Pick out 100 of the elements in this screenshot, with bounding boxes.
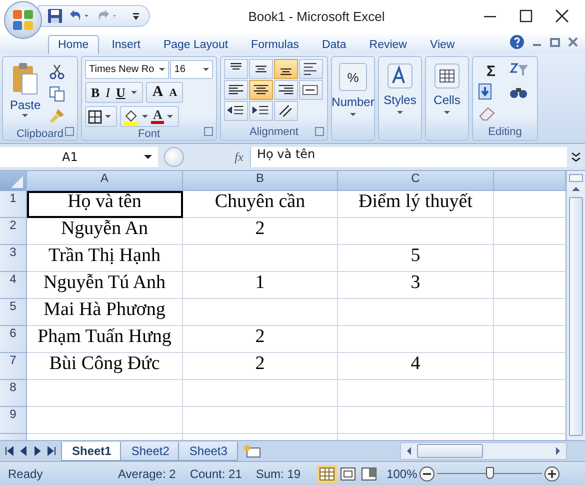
row-header[interactable]: 4: [0, 272, 27, 299]
italic-button[interactable]: I: [102, 84, 114, 100]
scissors-icon[interactable]: [48, 64, 65, 80]
restore-icon[interactable]: [549, 36, 561, 48]
table-cell[interactable]: Điểm lý thuyết: [338, 191, 494, 218]
underline-button[interactable]: U: [113, 84, 128, 100]
table-cell[interactable]: 4: [338, 353, 494, 380]
bold-button[interactable]: B: [88, 84, 103, 100]
column-header[interactable]: B: [183, 171, 338, 191]
split-handle[interactable]: [569, 174, 583, 182]
page-break-icon[interactable]: [358, 464, 379, 482]
sheet-nav-icon[interactable]: [46, 445, 57, 457]
row-header[interactable]: 5: [0, 299, 27, 326]
normal-view-icon[interactable]: [316, 464, 337, 482]
office-button[interactable]: [4, 1, 42, 39]
copy-icon[interactable]: [48, 86, 65, 102]
zoom-in-icon[interactable]: [544, 466, 560, 482]
increase-indent-icon[interactable]: [249, 101, 273, 121]
font-name-field[interactable]: Times New Ro: [85, 60, 170, 79]
font-color-button[interactable]: A: [151, 109, 164, 124]
align-icon[interactable]: [274, 59, 298, 79]
ribbon-tab[interactable]: Insert: [102, 35, 150, 54]
up-arrow-icon[interactable]: [570, 185, 582, 193]
customize-icon[interactable]: [131, 10, 141, 22]
table-cell[interactable]: Bùi Công Đức: [27, 353, 183, 380]
sheet-tab[interactable]: Sheet1: [61, 442, 122, 460]
autosum-button[interactable]: Σ: [477, 62, 505, 80]
row-header[interactable]: 8: [0, 380, 27, 407]
group-label: Alignment: [250, 125, 298, 140]
save-icon[interactable]: [47, 8, 63, 24]
maximize-icon[interactable]: [519, 9, 533, 23]
left-arrow-icon[interactable]: [405, 446, 414, 456]
grow-font-button[interactable]: A: [149, 84, 166, 101]
name-box[interactable]: A1: [0, 147, 158, 167]
zoom-level[interactable]: 100%: [386, 466, 418, 480]
ribbon-tab[interactable]: View: [420, 35, 465, 54]
zoom-slider[interactable]: [486, 467, 494, 479]
ribbon-tab[interactable]: Formulas: [241, 35, 309, 54]
insert-function-button[interactable]: fx: [228, 150, 250, 164]
borders-icon[interactable]: [88, 110, 102, 124]
help-icon[interactable]: [509, 34, 525, 50]
page-layout-icon[interactable]: [338, 464, 358, 482]
table-cell[interactable]: 2: [183, 218, 338, 245]
wrap-text-icon[interactable]: [299, 59, 323, 79]
ribbon-tab[interactable]: Page Layout: [153, 35, 238, 54]
table-cell[interactable]: Trần Thị Hạnh: [27, 245, 183, 272]
sheet-nav-icon[interactable]: [32, 445, 43, 457]
column-header[interactable]: C: [338, 171, 494, 191]
brush-icon[interactable]: [48, 108, 65, 124]
expand-icon[interactable]: [570, 150, 582, 164]
splitter-handle[interactable]: [164, 147, 184, 167]
new-sheet-icon[interactable]: [242, 443, 262, 459]
sheet-tab[interactable]: Sheet2: [120, 442, 180, 460]
fill-color-icon[interactable]: [123, 108, 139, 124]
table-cell[interactable]: Phạm Tuấn Hưng: [27, 326, 183, 353]
row-header[interactable]: 9: [0, 407, 27, 434]
row-header[interactable]: 1: [0, 191, 27, 218]
formula-field[interactable]: Họ và tên: [250, 147, 567, 167]
row-header[interactable]: 2: [0, 218, 27, 245]
table-cell[interactable]: 2: [183, 326, 338, 353]
table-cell[interactable]: 5: [338, 245, 494, 272]
column-header[interactable]: A: [27, 171, 183, 191]
table-cell[interactable]: 3: [338, 272, 494, 299]
table-cell[interactable]: Nguyễn An: [27, 218, 183, 245]
count-text: Count: 21: [190, 466, 242, 480]
row-header[interactable]: 3: [0, 245, 27, 272]
sheet-nav-icon[interactable]: [18, 445, 29, 457]
right-arrow-icon[interactable]: [554, 446, 562, 456]
align-icon[interactable]: [274, 80, 298, 100]
shrink-font-button[interactable]: A: [166, 86, 180, 98]
table-cell[interactable]: Chuyên cần: [183, 191, 338, 218]
font-size-field[interactable]: 16: [170, 60, 213, 79]
dialog-launcher-icon[interactable]: [65, 127, 74, 136]
sheet-tab[interactable]: Sheet3: [178, 442, 238, 460]
align-icon[interactable]: [224, 80, 248, 100]
row-header[interactable]: 6: [0, 326, 27, 353]
align-icon[interactable]: [249, 59, 273, 79]
orientation-icon[interactable]: [274, 101, 298, 121]
row-header[interactable]: 7: [0, 353, 27, 380]
horizontal-scrollbar[interactable]: [400, 442, 567, 460]
close-icon[interactable]: [555, 9, 569, 23]
decrease-indent-icon[interactable]: [224, 101, 248, 121]
table-cell[interactable]: Nguyễn Tú Anh: [27, 272, 183, 299]
table-cell[interactable]: Mai Hà Phương: [27, 299, 183, 326]
styles-icon: [387, 63, 413, 89]
sheet-nav-icon[interactable]: [4, 445, 15, 457]
ribbon-tab[interactable]: Data: [312, 35, 356, 54]
vertical-scrollbar[interactable]: [566, 171, 585, 440]
zoom-out-icon[interactable]: [419, 466, 436, 482]
dialog-launcher-icon[interactable]: [315, 127, 324, 136]
ribbon-tab[interactable]: Review: [359, 35, 417, 54]
paste-button[interactable]: Paste: [6, 60, 45, 124]
table-cell[interactable]: 2: [183, 353, 338, 380]
dialog-launcher-icon[interactable]: [204, 127, 213, 136]
table-cell[interactable]: 1: [183, 272, 338, 299]
merge-icon[interactable]: [299, 80, 323, 100]
align-icon[interactable]: [224, 59, 248, 79]
align-icon[interactable]: [249, 80, 273, 100]
ribbon-tab[interactable]: Home: [48, 35, 99, 54]
table-cell[interactable]: Họ và tên: [27, 191, 183, 218]
